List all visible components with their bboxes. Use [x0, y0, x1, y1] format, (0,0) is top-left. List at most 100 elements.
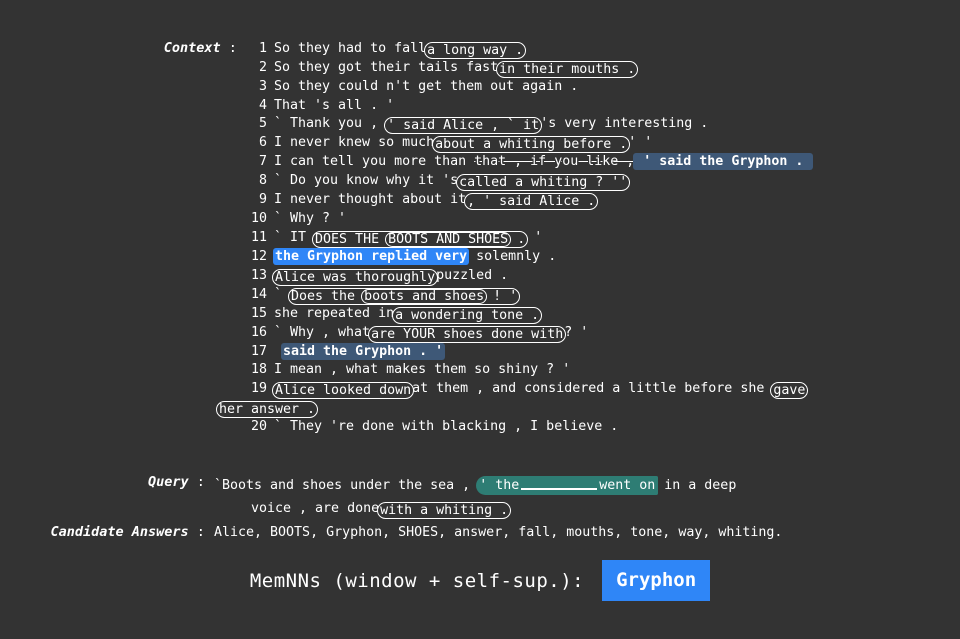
context-line-8: 8 ` Do you know why it 'scalled a whitin… [246, 172, 946, 192]
line-text-tail: solemnly . [468, 248, 557, 264]
line-number: 14 [250, 286, 267, 302]
context-line-19-wrap: her answer . [216, 399, 946, 418]
line-text-tail: at them , and considered a little before… [412, 380, 773, 396]
attention-highlight-blue: the Gryphon replied very [273, 247, 470, 265]
span-box-outer-tail: . [509, 231, 526, 247]
line-text: ` Why ? ' [274, 211, 347, 227]
query-label-colon: : [188, 474, 213, 490]
span-box: with a whiting . [377, 502, 512, 519]
span-box: a wondering tone . [392, 306, 543, 324]
query-label-text: Query [147, 474, 189, 490]
span-box: Alice looked down [272, 381, 415, 399]
context-lines: 1 So they had to falla long way . 2 So t… [216, 40, 946, 437]
span-box: , ' said Alice . [464, 193, 599, 211]
query-line-2: voice , are donewith a whiting . [214, 497, 934, 520]
span-box-outer: Does the boots and shoes ! ' [288, 287, 521, 305]
attention-highlight-navy: ' said the Gryphon . [633, 153, 814, 171]
span-box: a long way . [424, 42, 527, 59]
context-line-10: 10 ` Why ? ' [246, 210, 946, 229]
span-box-outer: DOES THE BOOTS AND SHOES . [312, 230, 529, 248]
context-line-16: 16 ` Why , whatare YOUR shoes done with?… [246, 324, 946, 343]
context-line-6: 6 I never knew so muchabout a whiting be… [246, 134, 946, 154]
context-line-18: 18 I mean , what makes them so shiny ? ' [246, 361, 946, 380]
query-highlight-post: went on [599, 478, 656, 493]
context-line-7: 7 I can tell you more than that , if you… [246, 153, 946, 172]
context-line-13: 13 Alice was thoroughlypuzzled . [246, 267, 946, 286]
span-box-outer-text: DOES THE [315, 231, 388, 247]
line-number: 13 [250, 267, 267, 283]
context-line-14: 14 ` Does the boots and shoes ! ' [246, 286, 946, 305]
context-line-12: 12 the Gryphon replied very solemnly . [246, 247, 946, 267]
line-number: 15 [250, 305, 267, 321]
line-number: 19 [250, 380, 267, 396]
context-line-4: 4 That 's all . ' [246, 97, 946, 116]
line-text: So they got their tails fast [274, 60, 499, 75]
line-text: ` Why , what [274, 324, 371, 340]
line-text: ` IT [274, 229, 315, 245]
span-box-outer-text: Does the [291, 288, 364, 304]
line-text-tail: ? ' [564, 324, 589, 340]
line-number: 10 [250, 211, 267, 227]
line-number: 20 [250, 418, 267, 434]
line-number: 18 [250, 362, 267, 378]
line-number: 17 [250, 343, 267, 359]
span-box: ' said Alice , ` it [384, 117, 543, 135]
context-line-20: 20 ` They 're done with blacking , I bel… [246, 418, 946, 437]
line-number: 12 [250, 248, 267, 264]
line-text: That 's all . ' [274, 97, 395, 113]
query-line2-pre: voice , are done [251, 501, 380, 516]
context-line-17: 17 said the Gryphon . ' [246, 342, 946, 362]
context-label: Context : [0, 40, 245, 56]
line-text-tail: puzzled . [436, 267, 509, 283]
line-text-tail: ' [526, 229, 543, 245]
span-box-continuation: her answer . [216, 400, 319, 418]
query-highlight-teal: ' the went on [476, 476, 659, 495]
context-line-1: 1 So they had to falla long way . [246, 40, 946, 59]
span-box: in their mouths . [496, 61, 639, 78]
line-number: 8 [258, 173, 267, 189]
attention-highlight-navy: said the Gryphon . ' [281, 342, 446, 360]
answer-blank [521, 476, 598, 490]
context-line-19: 19 Alice looked downat them , and consid… [246, 380, 946, 399]
line-text: ` Do you know why it 's [274, 173, 459, 189]
line-text: she repeated in [274, 305, 395, 321]
context-line-15: 15 she repeated ina wondering tone . [246, 305, 946, 324]
span-underline: that , if you like , [474, 154, 635, 170]
prediction-block: MemNNs (window + self-sup.): Gryphon [0, 560, 960, 601]
line-text: I can tell you more than [274, 154, 475, 170]
line-number: 16 [250, 324, 267, 340]
context-label-colon: : [220, 40, 245, 56]
candidates-list: Alice, BOOTS, Gryphon, SHOES, answer, fa… [214, 525, 783, 540]
query-line-1: `Boots and shoes under the sea , ' the we… [214, 474, 934, 497]
line-number: 11 [250, 229, 267, 245]
context-label-text: Context [163, 40, 221, 56]
line-text: I never thought about it [274, 192, 467, 208]
query-body: `Boots and shoes under the sea , ' the we… [214, 474, 934, 520]
line-number: 6 [258, 135, 267, 151]
predicted-answer-box: Gryphon [602, 560, 711, 601]
candidates-label-colon: : [188, 524, 213, 540]
context-line-11: 11 ` IT DOES THE BOOTS AND SHOES . ' [246, 229, 946, 248]
span-box-inner: boots and shoes [361, 288, 488, 304]
context-line-9: 9 I never thought about it, ' said Alice… [246, 191, 946, 211]
span-box: are YOUR shoes done with [368, 325, 567, 343]
line-number: 9 [258, 192, 267, 208]
context-line-2: 2 So they got their tails fastin their m… [246, 59, 946, 78]
line-text: ` Thank you , [274, 116, 387, 132]
model-name-label: MemNNs (window + self-sup.): [249, 569, 585, 592]
line-number: 3 [258, 79, 267, 94]
line-text: ` They 're done with blacking , I believ… [274, 418, 619, 434]
line-number: 2 [258, 60, 267, 75]
query-text-pre: `Boots and shoes under the sea , [214, 478, 479, 493]
span-box: Alice was thoroughly [272, 268, 439, 286]
span-box-inner: BOOTS AND SHOES [385, 231, 512, 247]
query-highlight-pre: ' the [479, 478, 520, 493]
candidates-label: Candidate Answers : [0, 524, 213, 540]
line-number: 5 [258, 116, 267, 132]
line-text: I never knew so much [274, 135, 435, 151]
line-text-tail: 's very interesting . [540, 116, 709, 132]
span-box: gave [770, 381, 809, 399]
query-text-post: in a deep [656, 478, 737, 493]
context-line-5: 5 ` Thank you , ' said Alice , ` it's ve… [246, 115, 946, 135]
line-number: 1 [258, 41, 267, 56]
